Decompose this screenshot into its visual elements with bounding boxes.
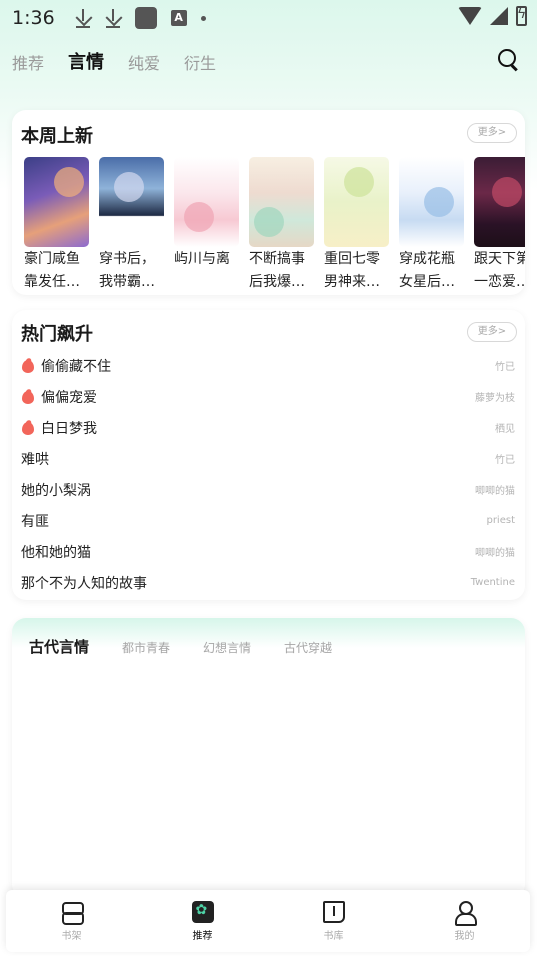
list-item[interactable]: 偷偷藏不住 竹已 <box>21 350 515 381</box>
search-icon[interactable] <box>497 48 519 70</box>
book-subtitle: 女星后… <box>399 274 455 290</box>
list-item[interactable]: 偏偏宠爱 藤萝为枝 <box>21 381 515 412</box>
book-author: 唧唧的猫 <box>475 486 515 497</box>
book-name: 白日梦我 <box>41 420 97 437</box>
hot-rising-section: 热门飙升 更多> 偷偷藏不住 竹已 偏偏宠爱 藤萝为枝 白日梦我 栖见 难哄 竹… <box>12 310 525 600</box>
book-cover <box>399 157 464 247</box>
category-tab-fantasy-romance[interactable]: 幻想言情 <box>203 639 251 656</box>
battery-charging-icon <box>516 6 527 26</box>
book-subtitle: 我带霸… <box>99 274 155 290</box>
section-title: 本周上新 <box>21 126 93 147</box>
category-section: 古代言情 都市青春 幻想言情 古代穿越 <box>12 618 525 898</box>
list-item[interactable]: 她的小梨涡 唧唧的猫 <box>21 474 515 505</box>
book-title: 不断搞事 <box>249 251 305 267</box>
book-name: 偏偏宠爱 <box>41 389 97 406</box>
more-notifications-dot-icon <box>200 15 206 21</box>
book-cover <box>324 157 389 247</box>
book-cover <box>24 157 89 247</box>
book-author: 唧唧的猫 <box>475 548 515 559</box>
top-tab-bar: 推荐 言情 纯爱 衍生 <box>12 48 216 77</box>
tab-romance[interactable]: 言情 <box>66 48 107 77</box>
book-title: 豪门咸鱼 <box>24 251 80 267</box>
fire-icon <box>21 389 35 404</box>
wifi-icon <box>458 7 482 25</box>
book-author: 竹已 <box>495 362 515 373</box>
book-item[interactable]: 豪门咸鱼 靠发任… <box>24 157 89 293</box>
tab-recommend[interactable]: 推荐 <box>12 50 44 74</box>
nav-library[interactable]: 书库 <box>268 890 399 952</box>
book-cover <box>174 157 239 247</box>
book-author: Twentine <box>470 577 515 588</box>
nav-label: 书库 <box>323 931 344 942</box>
category-tab-ancient-romance[interactable]: 古代言情 <box>29 636 89 657</box>
tab-bl[interactable]: 纯爱 <box>128 50 160 74</box>
profile-icon <box>454 901 477 926</box>
new-this-week-section: 本周上新 更多> 豪门咸鱼 靠发任… 穿书后， 我带霸… 屿川与离 不断搞事 后… <box>12 110 525 295</box>
nav-bookshelf[interactable]: 书架 <box>6 890 137 952</box>
book-author: priest <box>486 515 515 526</box>
category-tab-bar: 古代言情 都市青春 幻想言情 古代穿越 <box>29 636 332 657</box>
nav-label: 书架 <box>61 931 82 942</box>
book-name: 他和她的猫 <box>21 544 91 561</box>
nav-me[interactable]: 我的 <box>399 890 530 952</box>
download-icon <box>105 8 121 28</box>
category-tab-ancient-time-travel[interactable]: 古代穿越 <box>284 639 332 656</box>
book-item[interactable]: 跟天下第 一恋爱… <box>474 157 525 293</box>
list-item[interactable]: 那个不为人知的故事 Twentine <box>21 567 515 598</box>
list-item[interactable]: 有匪 priest <box>21 505 515 536</box>
app-notification-icon <box>134 7 157 29</box>
book-title: 跟天下第 <box>474 251 525 267</box>
book-item[interactable]: 穿书后， 我带霸… <box>99 157 164 293</box>
nav-recommend[interactable]: 推荐 <box>137 890 268 952</box>
bookshelf-icon <box>61 901 84 925</box>
book-author: 栖见 <box>495 424 515 435</box>
book-author: 竹已 <box>495 455 515 466</box>
book-subtitle: 男神来… <box>324 274 380 290</box>
book-name: 难哄 <box>21 451 49 468</box>
book-cover <box>474 157 525 247</box>
book-author: 藤萝为枝 <box>475 393 515 404</box>
library-icon <box>322 901 345 923</box>
status-time: 1:36 <box>12 7 55 29</box>
category-tab-urban-youth[interactable]: 都市青春 <box>122 639 170 656</box>
tab-derivative[interactable]: 衍生 <box>184 50 216 74</box>
list-item[interactable]: 白日梦我 栖见 <box>21 412 515 443</box>
more-button[interactable]: 更多> <box>467 123 517 143</box>
book-name: 她的小梨涡 <box>21 482 91 499</box>
book-subtitle: 靠发任… <box>24 274 80 290</box>
book-name: 那个不为人知的故事 <box>21 575 147 592</box>
book-title: 穿成花瓶 <box>399 251 455 267</box>
recommend-icon <box>191 901 214 923</box>
section-title: 热门飙升 <box>21 324 93 345</box>
book-item[interactable]: 重回七零 男神来… <box>324 157 389 293</box>
book-name: 有匪 <box>21 513 49 530</box>
fire-icon <box>21 358 35 373</box>
a-badge-icon: A <box>170 10 187 26</box>
cell-signal-icon <box>490 7 508 25</box>
book-subtitle: 后我爆… <box>249 274 305 290</box>
book-cover <box>249 157 314 247</box>
fire-icon <box>21 420 35 435</box>
book-item[interactable]: 穿成花瓶 女星后… <box>399 157 464 293</box>
nav-label: 推荐 <box>192 931 213 942</box>
nav-label: 我的 <box>454 931 475 942</box>
book-subtitle: 一恋爱… <box>474 274 525 290</box>
bottom-navigation: 书架 推荐 书库 我的 <box>6 890 530 952</box>
book-item[interactable]: 屿川与离 <box>174 157 239 293</box>
list-item[interactable]: 难哄 竹已 <box>21 443 515 474</box>
book-list: 豪门咸鱼 靠发任… 穿书后， 我带霸… 屿川与离 不断搞事 后我爆… 重回七零 … <box>24 157 525 293</box>
book-title: 重回七零 <box>324 251 380 267</box>
more-button[interactable]: 更多> <box>467 322 517 342</box>
download-icon <box>75 8 91 28</box>
book-title: 屿川与离 <box>174 251 230 267</box>
list-item[interactable]: 他和她的猫 唧唧的猫 <box>21 536 515 567</box>
hot-list: 偷偷藏不住 竹已 偏偏宠爱 藤萝为枝 白日梦我 栖见 难哄 竹已 她的小梨涡 唧… <box>21 350 515 598</box>
book-cover <box>99 157 164 247</box>
book-title: 穿书后， <box>99 251 155 267</box>
book-item[interactable]: 不断搞事 后我爆… <box>249 157 314 293</box>
book-name: 偷偷藏不住 <box>41 358 111 375</box>
status-bar: 1:36 A <box>0 0 537 36</box>
